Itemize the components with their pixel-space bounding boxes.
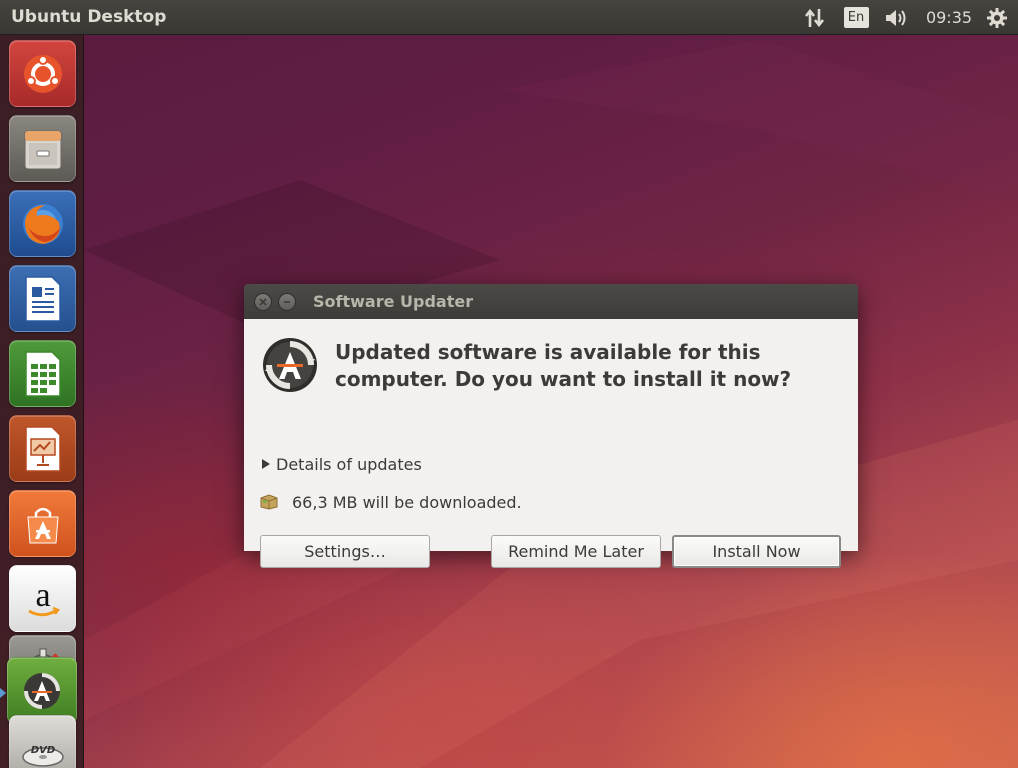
libreoffice-calc-icon[interactable] [9, 340, 76, 407]
install-now-button[interactable]: Install Now [672, 535, 841, 568]
details-expander[interactable]: Details of updates [262, 453, 422, 475]
panel-title: Ubuntu Desktop [11, 7, 167, 27]
software-updater-icon[interactable] [7, 657, 77, 724]
amazon-logo-glyph: a [35, 577, 50, 614]
minimize-icon [284, 301, 290, 303]
details-label: Details of updates [276, 454, 422, 474]
software-updater-app-icon [263, 338, 317, 392]
minimize-button[interactable] [278, 293, 296, 311]
system-gear-icon[interactable] [985, 0, 1009, 35]
dvd-label: DVD [30, 745, 54, 756]
dialog-title: Software Updater [313, 292, 474, 311]
libreoffice-impress-icon[interactable] [9, 415, 76, 482]
remind-me-later-button[interactable]: Remind Me Later [491, 535, 661, 568]
settings-button[interactable]: Settings… [260, 535, 430, 568]
keyboard-layout-label: En [843, 7, 869, 28]
dvd-icon[interactable]: DVD [9, 715, 76, 768]
clock[interactable]: 09:35 [925, 0, 973, 35]
package-icon [260, 494, 278, 510]
dialog-titlebar[interactable]: Software Updater [244, 284, 858, 319]
download-size-text: 66,3 MB will be downloaded. [292, 492, 522, 512]
software-updater-dialog: Software Updater Updated software is ava… [244, 284, 858, 568]
ubuntu-software-center-icon[interactable] [9, 490, 76, 557]
close-icon [259, 298, 267, 306]
ubuntu-dash-icon[interactable] [9, 40, 76, 107]
running-indicator [0, 688, 6, 698]
launcher: a DVD [0, 35, 84, 768]
dialog-body: Updated software is available for this c… [244, 319, 858, 568]
close-button[interactable] [254, 293, 272, 311]
desktop: Ubuntu Desktop En 09:35 a DVD Software U… [0, 0, 1018, 768]
expander-arrow-icon [262, 459, 270, 469]
update-headline: Updated software is available for this c… [335, 340, 792, 391]
firefox-icon[interactable] [9, 190, 76, 257]
top-panel: Ubuntu Desktop En 09:35 [0, 0, 1018, 35]
sound-icon[interactable] [883, 0, 911, 35]
amazon-icon[interactable]: a [9, 565, 76, 632]
download-size-row: 66,3 MB will be downloaded. [260, 491, 522, 513]
libreoffice-writer-icon[interactable] [9, 265, 76, 332]
keyboard-layout-indicator[interactable]: En [843, 0, 869, 35]
files-icon[interactable] [9, 115, 76, 182]
network-icon[interactable] [803, 0, 827, 35]
